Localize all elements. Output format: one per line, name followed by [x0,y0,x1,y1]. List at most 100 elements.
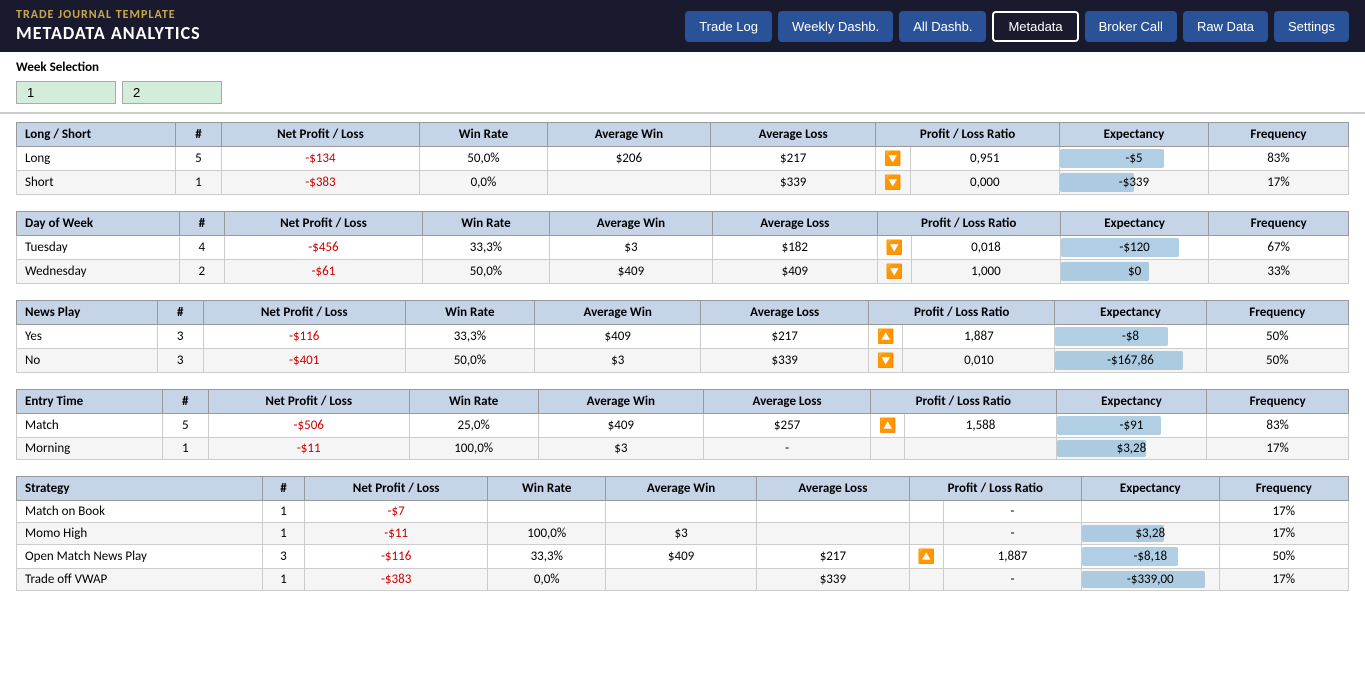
cell-expectancy: $0 [1060,260,1208,284]
cell-avg-win [547,171,711,195]
cell-frequency: 17% [1219,569,1348,591]
col-expectancy: Expectancy [1060,212,1208,236]
cell-category: No [17,349,158,373]
arrow-down-icon: 🔽 [884,150,901,167]
cell-pl-ratio: - [944,523,1082,545]
col-avg-win: Average Win [549,212,712,236]
col-win-rate: Win Rate [488,477,606,501]
nav-metadata[interactable]: Metadata [992,11,1078,42]
long-short-header-row: Long / Short # Net Profit / Loss Win Rat… [17,123,1349,147]
arrow-down-icon: 🔽 [884,174,901,191]
main-content: Long / Short # Net Profit / Loss Win Rat… [0,114,1365,609]
col-num: # [263,477,305,501]
news-play-section: News Play # Net Profit / Loss Win Rate A… [16,300,1349,373]
cell-frequency: 83% [1207,414,1349,438]
table-row: Morning 1 -$11 100,0% $3 - $3,28 17% [17,438,1349,460]
cell-avg-loss: $217 [711,147,876,171]
cell-net-pl: -$116 [304,545,488,569]
arrow-up-icon: 🔼 [877,328,894,345]
cell-net-pl: -$11 [208,438,409,460]
cell-avg-loss: $257 [704,414,871,438]
long-short-table: Long / Short # Net Profit / Loss Win Rat… [16,122,1349,195]
page-title: METADATA ANALYTICS [16,22,201,44]
cell-pl-ratio: 1,000 [911,260,1060,284]
cell-num: 1 [162,438,208,460]
entry-time-table: Entry Time # Net Profit / Loss Win Rate … [16,389,1349,460]
col-avg-win: Average Win [606,477,757,501]
col-expectancy: Expectancy [1082,477,1220,501]
nav-all-dashb[interactable]: All Dashb. [899,11,986,42]
cell-num: 3 [157,349,203,373]
week-selection-area: Week Selection [0,52,1365,114]
cell-category: Long [17,147,176,171]
news-play-header-row: News Play # Net Profit / Loss Win Rate A… [17,301,1349,325]
day-of-week-header-row: Day of Week # Net Profit / Loss Win Rate… [17,212,1349,236]
cell-expectancy: -$5 [1060,147,1209,171]
cell-avg-loss: $217 [701,325,869,349]
col-avg-win: Average Win [538,390,704,414]
cell-win-rate: 33,3% [488,545,606,569]
col-avg-win: Average Win [547,123,711,147]
cell-frequency: 83% [1208,147,1348,171]
cell-frequency: 67% [1209,236,1349,260]
cell-expectancy: -$91 [1056,414,1207,438]
cell-win-rate: 33,3% [405,325,534,349]
cell-pl-ratio: 1,887 [903,325,1055,349]
cell-category: Yes [17,325,158,349]
col-expectancy: Expectancy [1056,390,1207,414]
nav-settings[interactable]: Settings [1274,11,1349,42]
cell-expectancy: -$339 [1060,171,1209,195]
cell-num: 1 [263,569,305,591]
cell-avg-loss: $339 [701,349,869,373]
cell-arrow: 🔼 [909,545,943,569]
cell-expectancy: $3,28 [1082,523,1220,545]
cell-strategy: Open Match News Play [17,545,263,569]
col-avg-loss: Average Loss [713,212,877,236]
col-net-pl: Net Profit / Loss [208,390,409,414]
cell-net-pl: -$383 [221,171,420,195]
col-frequency: Frequency [1209,212,1349,236]
cell-avg-loss [757,501,909,523]
table-row: No 3 -$401 50,0% $3 $339 🔽 0,010 -$167,8… [17,349,1349,373]
cell-avg-win: $3 [535,349,701,373]
cell-win-rate: 33,3% [423,236,550,260]
cell-avg-loss [757,523,909,545]
strategy-section: Strategy # Net Profit / Loss Win Rate Av… [16,476,1349,591]
nav-buttons: Trade Log Weekly Dashb. All Dashb. Metad… [685,11,1349,42]
col-avg-win: Average Win [535,301,701,325]
cell-net-pl: -$134 [221,147,420,171]
cell-arrow [909,569,943,591]
table-row: Match on Book 1 -$7 - 17% [17,501,1349,523]
cell-num: 5 [176,147,221,171]
cell-strategy: Match on Book [17,501,263,523]
cell-avg-win [606,501,757,523]
cell-arrow [909,501,943,523]
cell-pl-ratio: 0,010 [903,349,1055,373]
week-inputs [16,81,1349,104]
week-input-2[interactable] [122,81,222,104]
cell-frequency: 17% [1207,438,1349,460]
table-row: Match 5 -$506 25,0% $409 $257 🔼 1,588 -$… [17,414,1349,438]
nav-weekly-dashb[interactable]: Weekly Dashb. [778,11,893,42]
col-win-rate: Win Rate [409,390,538,414]
week-input-1[interactable] [16,81,116,104]
cell-win-rate: 0,0% [420,171,547,195]
strategy-table: Strategy # Net Profit / Loss Win Rate Av… [16,476,1349,591]
table-row: Short 1 -$383 0,0% $339 🔽 0,000 -$339 17… [17,171,1349,195]
header: TRADE JOURNAL TEMPLATE METADATA ANALYTIC… [0,0,1365,52]
col-net-pl: Net Profit / Loss [203,301,405,325]
news-play-table: News Play # Net Profit / Loss Win Rate A… [16,300,1349,373]
arrow-up-icon: 🔼 [879,417,896,434]
cell-expectancy: -$339,00 [1082,569,1220,591]
cell-pl-ratio: - [944,569,1082,591]
cell-avg-win: $3 [549,236,712,260]
nav-broker-call[interactable]: Broker Call [1085,11,1177,42]
cell-net-pl: -$7 [304,501,488,523]
day-of-week-table: Day of Week # Net Profit / Loss Win Rate… [16,211,1349,284]
cell-strategy: Trade off VWAP [17,569,263,591]
nav-raw-data[interactable]: Raw Data [1183,11,1268,42]
col-avg-loss: Average Loss [704,390,871,414]
cell-win-rate: 50,0% [420,147,547,171]
cell-num: 5 [162,414,208,438]
nav-trade-log[interactable]: Trade Log [685,11,772,42]
